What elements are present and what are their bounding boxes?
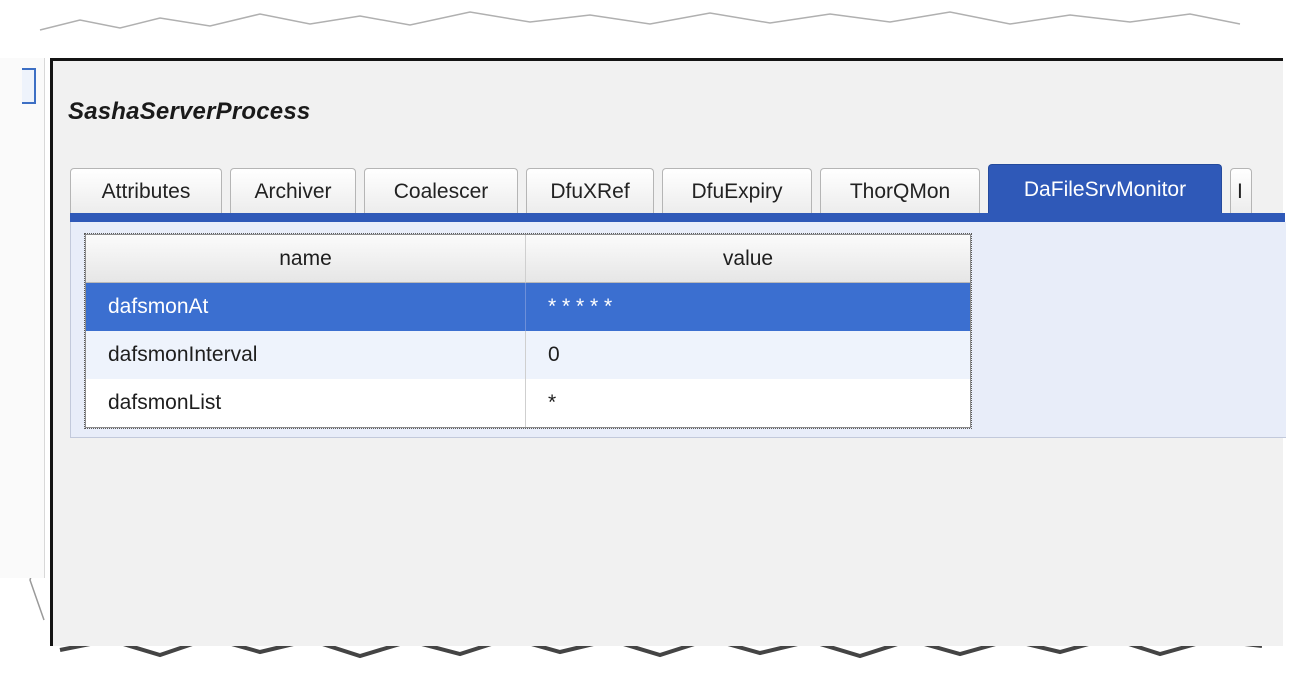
- tab-coalescer[interactable]: Coalescer: [364, 168, 518, 214]
- table-row[interactable]: dafsmonInterval 0: [86, 331, 970, 379]
- row-value-cell[interactable]: *: [526, 379, 970, 427]
- row-name-cell[interactable]: dafsmonInterval: [86, 331, 526, 379]
- page-title: SashaServerProcess: [68, 98, 311, 125]
- active-tab-bar: [70, 213, 1285, 222]
- tab-dfuxref[interactable]: DfuXRef: [526, 168, 654, 214]
- left-side-strip: [0, 58, 45, 578]
- table-row[interactable]: dafsmonList *: [86, 379, 970, 427]
- row-name-cell[interactable]: dafsmonAt: [86, 283, 526, 331]
- tab-dafilesrvmonitor[interactable]: DaFileSrvMonitor: [988, 164, 1222, 214]
- column-header-value[interactable]: value: [526, 235, 970, 283]
- grid-header-row: name value: [86, 235, 970, 283]
- tab-strip: Attributes Archiver Coalescer DfuXRef Df…: [70, 164, 1252, 214]
- tab-partial-next[interactable]: I: [1230, 168, 1252, 214]
- attributes-grid: name value dafsmonAt * * * * * dafsmonIn…: [84, 233, 972, 429]
- bracket-marker: [22, 68, 36, 104]
- table-row[interactable]: dafsmonAt * * * * *: [86, 283, 970, 331]
- row-value-cell[interactable]: 0: [526, 331, 970, 379]
- tab-archiver[interactable]: Archiver: [230, 168, 356, 214]
- row-name-cell[interactable]: dafsmonList: [86, 379, 526, 427]
- tab-thorqmon[interactable]: ThorQMon: [820, 168, 980, 214]
- tab-attributes[interactable]: Attributes: [70, 168, 222, 214]
- tab-dfuexpiry[interactable]: DfuExpiry: [662, 168, 812, 214]
- row-value-cell[interactable]: * * * * *: [526, 283, 970, 331]
- column-header-name[interactable]: name: [86, 235, 526, 283]
